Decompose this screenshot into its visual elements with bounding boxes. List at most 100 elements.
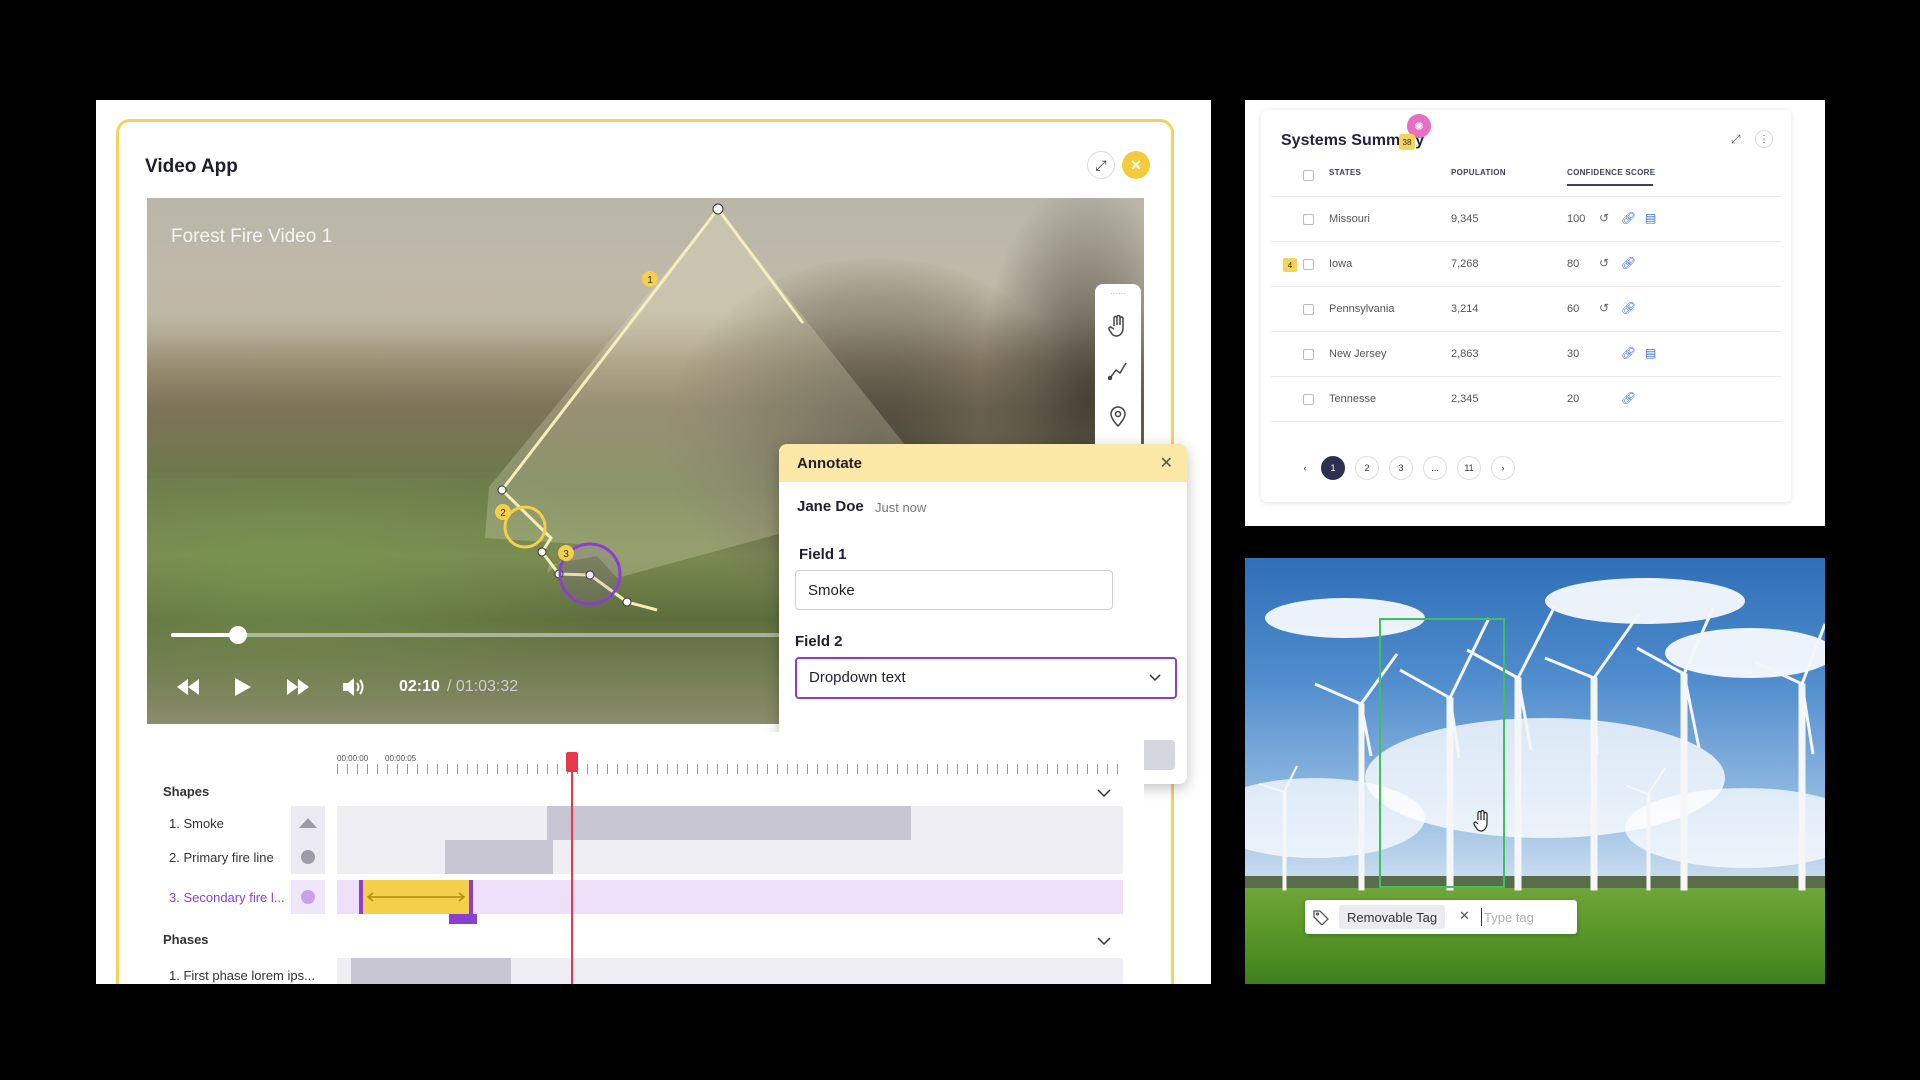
field1-input[interactable] — [795, 570, 1113, 610]
rewind-icon — [177, 679, 199, 695]
video-app-card: Video App ⤢ ✕ 1 2 3 Forest Fire Video 1 … — [116, 119, 1187, 984]
vertex-handle[interactable] — [537, 547, 547, 557]
polyline-tool-button[interactable] — [1106, 358, 1130, 382]
row-track[interactable] — [337, 880, 1123, 924]
chevron-down-icon[interactable] — [1097, 936, 1111, 946]
row-checkbox[interactable] — [1303, 214, 1314, 225]
turbine — [1258, 765, 1298, 891]
close-icon[interactable]: ✕ — [1459, 908, 1470, 924]
population-cell: 2,863 — [1451, 348, 1479, 360]
timeline-row-smoke[interactable]: 1. Smoke — [163, 806, 1123, 840]
page-button[interactable]: 1 — [1321, 456, 1345, 480]
timeline-row-primary-fire-line[interactable]: 2. Primary fire line — [163, 840, 1123, 874]
ruler-ticks — [337, 764, 1123, 774]
row-checkbox[interactable] — [1303, 259, 1314, 270]
row-label: 2. Primary fire line — [169, 850, 274, 865]
score-cell: 80 — [1567, 258, 1580, 270]
smoke-segment[interactable] — [547, 806, 911, 840]
page-button[interactable]: 11 — [1457, 456, 1481, 480]
history-icon[interactable]: ↺ — [1599, 301, 1609, 315]
population-cell: 7,268 — [1451, 258, 1479, 270]
column-header-confidence-score[interactable]: CONFIDENCE SCORE — [1567, 168, 1655, 177]
video-progress-knob[interactable] — [228, 626, 247, 644]
playhead[interactable] — [566, 752, 578, 984]
page-button[interactable]: ... — [1423, 456, 1447, 480]
flag-badge: 4 — [1283, 258, 1297, 272]
select-all-checkbox[interactable] — [1303, 170, 1314, 181]
vertex-handle[interactable] — [712, 203, 724, 215]
table-row[interactable]: Pennsylvania 3,214 60 ↺ 🔗︎ — [1271, 286, 1781, 331]
link-icon[interactable]: 🔗︎ — [1621, 256, 1636, 270]
video-app-title: Video App — [145, 156, 238, 177]
bounding-box-selection[interactable] — [1379, 618, 1505, 888]
link-icon[interactable]: 🔗︎ — [1621, 301, 1636, 315]
tag-input[interactable] — [1481, 908, 1569, 926]
systems-summary-panel: Systems Summary ✺ 38 ⤢ ⋮ STATES POPULATI… — [1245, 100, 1825, 526]
table-row[interactable]: 4 Iowa 7,268 80 ↺ 🔗︎ — [1271, 241, 1781, 286]
rewind-button[interactable] — [177, 678, 199, 701]
history-icon[interactable]: ↺ — [1599, 211, 1609, 225]
column-header-population[interactable]: POPULATION — [1451, 168, 1506, 177]
vertex-handle[interactable] — [497, 485, 507, 495]
volume-button[interactable] — [343, 678, 365, 702]
page-button[interactable]: 3 — [1389, 456, 1413, 480]
column-header-states[interactable]: STATES — [1329, 168, 1361, 177]
drag-handle-icon[interactable]: ⋯⋯ — [1106, 288, 1130, 298]
timeline-row-secondary-fire-line[interactable]: 3. Secondary fire l... — [163, 880, 1123, 924]
row-checkbox[interactable] — [1303, 394, 1314, 405]
link-icon[interactable]: 🔗︎ — [1621, 391, 1636, 405]
count-badge: 38 — [1399, 134, 1415, 150]
history-icon[interactable]: ↺ — [1599, 256, 1609, 270]
field2-dropdown[interactable]: Dropdown text — [795, 657, 1177, 699]
row-track[interactable] — [337, 806, 1123, 840]
annotate-author: Jane Doe — [797, 498, 864, 515]
table-row[interactable]: Tennesse 2,345 20 🔗︎ — [1271, 376, 1781, 421]
turbine — [1626, 767, 1666, 891]
tick-label: 00:00:05 — [385, 754, 417, 763]
row-label: 1. First phase lorem ips... — [169, 968, 315, 983]
timeline-row-first-phase[interactable]: 1. First phase lorem ips... — [163, 958, 1123, 984]
annotate-timestamp: Just now — [875, 500, 927, 515]
link-icon[interactable]: 🔗︎ — [1621, 211, 1636, 225]
population-cell: 3,214 — [1451, 303, 1479, 315]
row-checkbox[interactable] — [1303, 349, 1314, 360]
close-icon[interactable]: ✕ — [1160, 453, 1173, 473]
chevron-left-icon[interactable]: ‹ — [1293, 456, 1317, 480]
secondary-fire-segment[interactable] — [359, 880, 473, 914]
tag-input-bar: Removable Tag ✕ — [1305, 900, 1577, 934]
chevron-down-icon[interactable] — [1097, 788, 1111, 798]
hand-tool-button[interactable] — [1106, 314, 1130, 338]
hand-icon — [1108, 315, 1124, 337]
primary-fire-segment[interactable] — [445, 840, 553, 874]
expand-button[interactable]: ⤢ — [1087, 151, 1115, 179]
playhead-handle[interactable] — [566, 752, 578, 772]
fast-forward-button[interactable] — [287, 678, 309, 701]
more-options-icon[interactable]: ⋮ — [1755, 130, 1773, 148]
annotate-header: Annotate ✕ — [779, 444, 1187, 482]
close-button[interactable]: ✕ — [1122, 151, 1150, 179]
expand-icon: ⤢ — [1095, 156, 1107, 173]
row-track[interactable] — [337, 958, 1123, 984]
document-icon[interactable]: ▤ — [1645, 211, 1656, 225]
cloud-icon — [291, 806, 325, 840]
vertex-handle[interactable] — [622, 597, 632, 607]
phase-segment[interactable] — [351, 958, 511, 984]
pagination: ‹ 1 2 3... 11 › — [1299, 456, 1599, 480]
segment-handle[interactable] — [449, 914, 477, 924]
chevron-right-icon[interactable]: › — [1491, 456, 1515, 480]
link-icon[interactable]: 🔗︎ — [1621, 346, 1636, 360]
play-button[interactable] — [235, 678, 251, 702]
expand-icon[interactable]: ⤢ — [1731, 132, 1741, 147]
timeline-ruler[interactable]: 00:00:00 00:00:05 — [337, 754, 1123, 774]
page-button[interactable]: 2 — [1355, 456, 1379, 480]
row-track[interactable] — [337, 840, 1123, 874]
pin-tool-button[interactable] — [1106, 404, 1130, 428]
table-row[interactable]: New Jersey 2,863 30 🔗︎ ▤ — [1271, 331, 1781, 376]
document-icon[interactable]: ▤ — [1645, 346, 1656, 360]
row-checkbox[interactable] — [1303, 304, 1314, 315]
phases-section-label: Phases — [163, 932, 209, 947]
state-cell: Pennsylvania — [1329, 303, 1395, 315]
marker-3-label: 3 — [563, 549, 569, 560]
table-row[interactable]: Missouri 9,345 100 ↺ 🔗︎ ▤ — [1271, 196, 1781, 241]
tick-label: 00:00:00 — [337, 754, 369, 763]
